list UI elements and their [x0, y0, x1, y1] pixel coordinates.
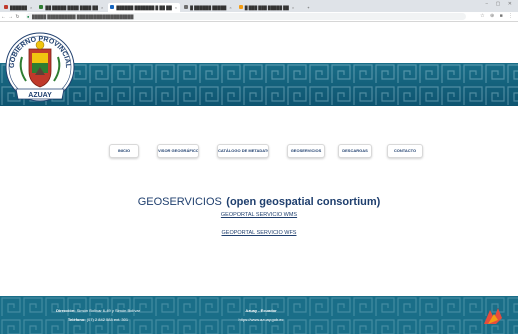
nav-inicio[interactable]: INICIO: [109, 144, 139, 158]
nav-geoservicios[interactable]: GEOSERVICIOS: [287, 144, 325, 158]
prefectura-logo-icon: [484, 308, 502, 324]
forward-icon[interactable]: →: [7, 14, 14, 20]
page-footer: Dirección: Simón Bolívar 6-49 y Simón Bo…: [0, 296, 518, 334]
page-title-main: GEOSERVICIOS: [137, 196, 222, 208]
close-tab-icon[interactable]: ×: [101, 5, 103, 10]
address-label: Dirección:: [56, 308, 76, 313]
link-wfs-service[interactable]: GEOPORTAL SERVICIO WFS: [0, 230, 518, 236]
tab-label: ██████: [10, 5, 28, 10]
browser-toolbar-icons[interactable]: ☆ ⊕ ■ ⋮: [480, 13, 515, 19]
reload-icon[interactable]: ↻: [14, 14, 21, 20]
favicon-icon: [39, 5, 44, 9]
browser-tab[interactable]: ██████ ×: [2, 3, 35, 12]
footer-org: Azuay - Ecuador https://www.azuay.gob.ec: [225, 306, 297, 324]
favicon-icon: [238, 5, 243, 9]
seal-text-bottom: AZUAY: [28, 92, 52, 99]
close-tab-icon[interactable]: ×: [292, 5, 294, 10]
tab-label: ██████ ███████ █ ██ ██: [116, 5, 172, 10]
address-text: Simón Bolívar 6-49 y Simón Bolívar: [76, 308, 140, 313]
tab-label: █ ██████ █████: [190, 5, 227, 10]
header-banner: [0, 63, 518, 106]
tab-label: ██ █████ ████ ████ ██: [45, 5, 98, 10]
url-text: █████ ██████████ ████████████████████: [32, 14, 134, 19]
main-navigation: INICIO VISOR GEOGRÁFICO CATÁLOGO DE META…: [0, 144, 518, 158]
page-title: GEOSERVICIOS (open geospatial consortium…: [0, 192, 518, 210]
favicon-icon: [110, 5, 115, 9]
footer-contact: Dirección: Simón Bolívar 6-49 y Simón Bo…: [48, 306, 148, 324]
provincial-seal-logo: GOBIERNO PROVINCIAL AZUAY: [5, 32, 75, 102]
page-title-sub: (open geospatial consortium): [226, 196, 381, 208]
new-tab-button[interactable]: +: [299, 3, 312, 12]
window-controls[interactable]: − ▢ ✕: [485, 1, 515, 7]
link-wms-service[interactable]: GEOPORTAL SERVICIO WMS: [0, 212, 518, 218]
browser-tab[interactable]: █ ███ ███ █████ ██ ×: [237, 3, 297, 12]
phone-label: Teléfono:: [67, 317, 86, 322]
nav-catalogo-metadatos[interactable]: CATÁLOGO DE METADATOS: [217, 144, 269, 158]
phone-text: (07) 2 842 588 ext. 301: [86, 317, 129, 322]
address-bar-row: ← → ↻ ● █████ ██████████ ████████████████…: [0, 12, 518, 22]
browser-tab[interactable]: ██ █████ ████ ████ ██ ×: [37, 3, 106, 12]
tab-label: █ ███ ███ █████ ██: [244, 5, 289, 10]
favicon-icon: [184, 5, 189, 9]
back-icon[interactable]: ←: [0, 14, 7, 20]
nav-descargas[interactable]: DESCARGAS: [338, 144, 372, 158]
close-tab-icon[interactable]: ×: [30, 5, 32, 10]
nav-contacto[interactable]: CONTACTO: [387, 144, 423, 158]
greek-key-pattern: [0, 63, 518, 106]
lock-icon: ●: [27, 14, 30, 19]
browser-tab-active[interactable]: ██████ ███████ █ ██ ██ ×: [108, 3, 181, 12]
browser-tab[interactable]: █ ██████ █████ ×: [182, 3, 235, 12]
url-field[interactable]: ● █████ ██████████ ████████████████████: [26, 13, 466, 20]
close-tab-icon[interactable]: ×: [175, 5, 177, 10]
favicon-icon: [4, 5, 8, 9]
nav-visor-geografico[interactable]: VISOR GEOGRÁFICO: [157, 144, 199, 158]
website-link[interactable]: https://www.azuay.gob.ec: [225, 315, 297, 324]
close-tab-icon[interactable]: ×: [229, 5, 231, 10]
browser-tab-strip: ██████ × ██ █████ ████ ████ ██ × ██████ ██…: [0, 0, 518, 12]
org-name: Azuay - Ecuador: [245, 308, 277, 313]
